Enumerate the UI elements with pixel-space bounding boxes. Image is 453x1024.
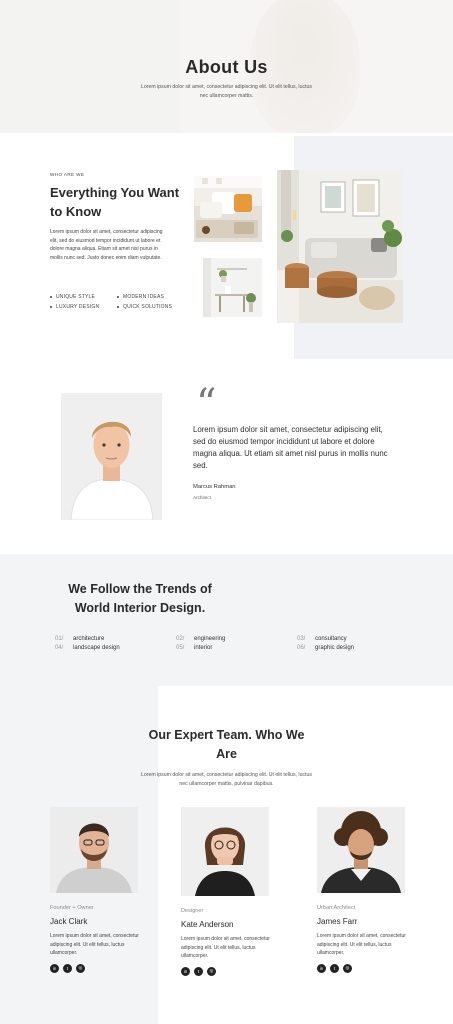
service-item: 04/landscape design [55, 645, 120, 651]
feature-item: QUICK SOLUTIONS [117, 304, 190, 310]
feature-item: LUXURY DESIGN [50, 304, 117, 310]
team-member-bio: Lorem ipsum dolor sit amet, consectetur … [181, 936, 270, 960]
team-member-role: Founder + Owner [50, 905, 94, 911]
twitter-icon[interactable]: t [63, 963, 72, 973]
team-member-photo [50, 807, 138, 893]
living-room-photo [277, 170, 403, 323]
bullet-icon [50, 296, 52, 298]
social-links: in t ◎ [50, 963, 145, 973]
service-item: 03/consultancy [297, 636, 347, 642]
feature-list: UNIQUE STYLE MODERN IDEAS LUXURY DESIGN … [50, 294, 190, 310]
testimonial-quote: Lorem ipsum dolor sit amet, consectetur … [193, 425, 388, 470]
service-item: 01/architecture [55, 636, 105, 642]
team-member-role: Urban Architect [317, 905, 356, 911]
team-member-photo [181, 807, 269, 896]
bullet-icon [50, 306, 52, 308]
shelf-photo [203, 258, 262, 317]
team-member-card: Designer Kate Anderson Lorem ipsum dolor… [181, 807, 276, 976]
linkedin-icon[interactable]: in [317, 963, 326, 973]
feature-item: MODERN IDEAS [117, 294, 190, 300]
team-member-name: Jack Clark [50, 917, 88, 926]
instagram-icon[interactable]: ◎ [343, 963, 352, 973]
about-eyebrow: WHO ARE WE [50, 172, 85, 177]
service-list: 01/architecture 02/engineering 03/consul… [55, 636, 375, 651]
instagram-icon[interactable]: ◎ [76, 963, 85, 973]
trends-section [0, 554, 453, 686]
quote-icon: “ [196, 381, 217, 427]
social-links: in t ◎ [317, 963, 412, 973]
bedroom-photo [194, 176, 262, 242]
about-description: Lorem ipsum dolor sit amet, consectetur … [50, 229, 163, 261]
team-heading: Our Expert Team. Who We Are [148, 728, 305, 761]
testimonial-author: Marcus Rahman [193, 484, 236, 490]
team-member-card: Urban Architect James Farr Lorem ipsum d… [317, 807, 412, 973]
testimonial-portrait [61, 393, 162, 520]
team-member-name: Kate Anderson [181, 920, 234, 929]
linkedin-icon[interactable]: in [50, 963, 59, 973]
hero-section: About Us Lorem ipsum dolor sit amet, con… [0, 0, 453, 133]
trends-heading: We Follow the Trends of World Interior D… [68, 582, 212, 615]
linkedin-icon[interactable]: in [181, 966, 190, 976]
testimonial-author-role: Architect [193, 495, 211, 500]
team-member-card: Founder + Owner Jack Clark Lorem ipsum d… [50, 807, 145, 973]
about-heading: Everything You Want to Know [50, 185, 180, 219]
team-description: Lorem ipsum dolor sit amet, consectetur … [141, 772, 312, 787]
service-item: 06/graphic design [297, 645, 355, 651]
team-member-bio: Lorem ipsum dolor sit amet, consectetur … [317, 933, 406, 957]
feature-item: UNIQUE STYLE [50, 294, 117, 300]
hero-description: Lorem ipsum dolor sit amet, consectetur … [141, 84, 312, 99]
social-links: in t ◎ [181, 966, 276, 976]
team-member-photo [317, 807, 405, 893]
twitter-icon[interactable]: t [330, 963, 339, 973]
instagram-icon[interactable]: ◎ [207, 966, 216, 976]
team-member-name: James Farr [317, 917, 358, 926]
bullet-icon [117, 306, 119, 308]
team-member-bio: Lorem ipsum dolor sit amet, consectetur … [50, 933, 139, 957]
team-member-role: Designer [181, 908, 204, 914]
bullet-icon [117, 296, 119, 298]
twitter-icon[interactable]: t [194, 966, 203, 976]
service-item: 02/engineering [176, 636, 226, 642]
service-item: 05/interior [176, 645, 213, 651]
page-title: About Us [185, 57, 268, 77]
